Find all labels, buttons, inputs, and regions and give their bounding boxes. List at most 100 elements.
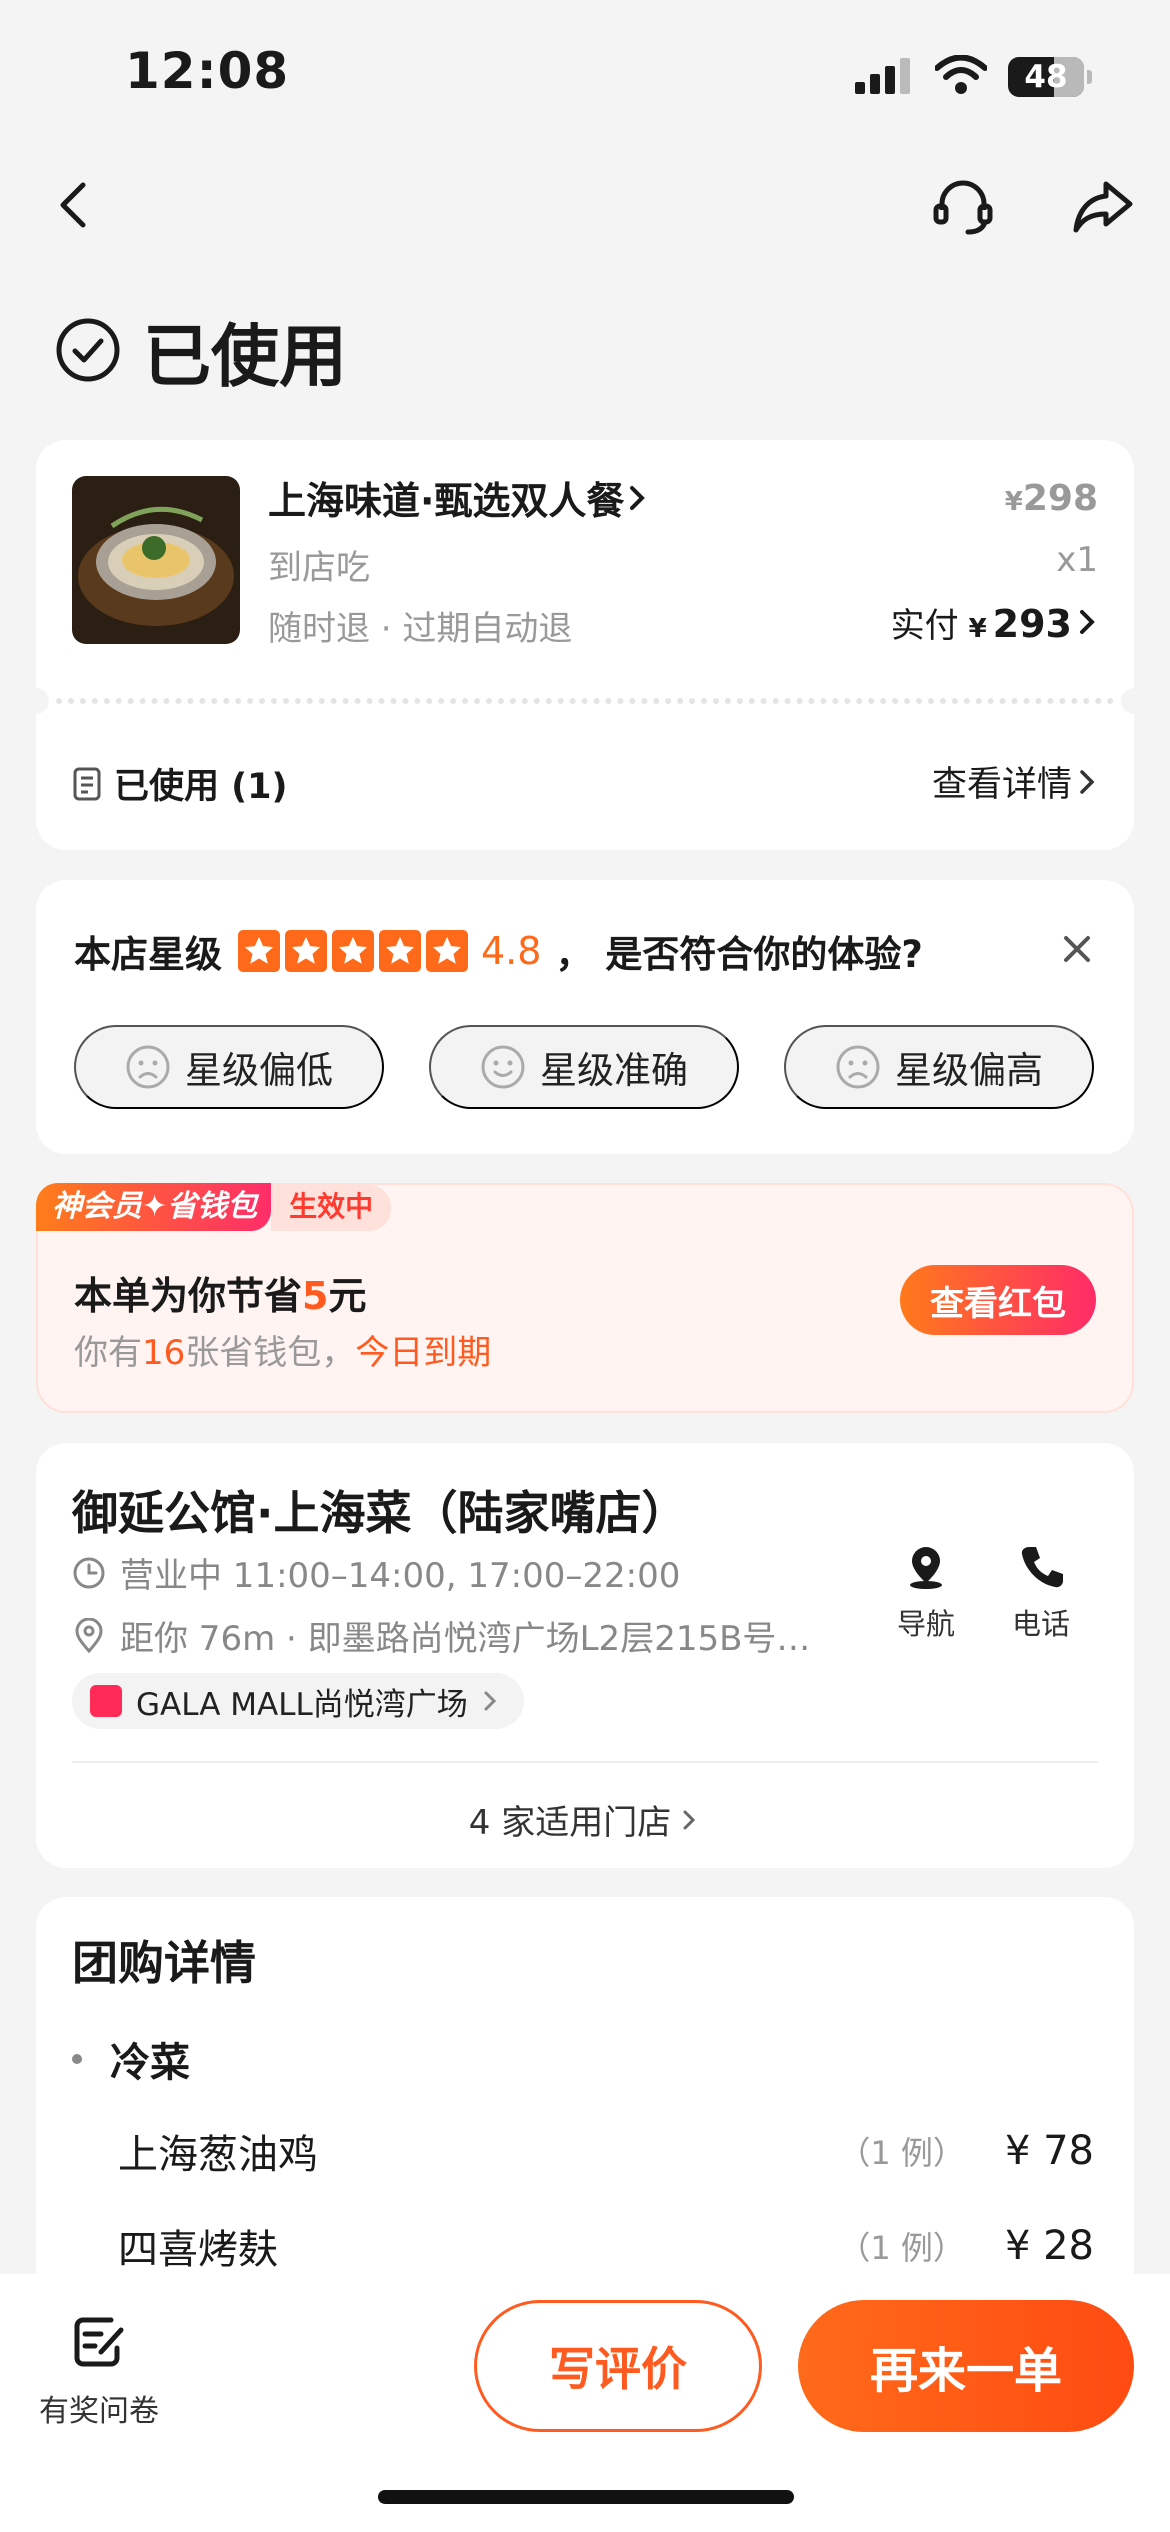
rating-too-high-button[interactable]: 星级偏高 xyxy=(784,1025,1094,1109)
chevron-right-icon xyxy=(630,485,646,510)
star-icon xyxy=(426,930,468,972)
chevron-right-icon xyxy=(1080,769,1095,794)
menu-item: 四喜烤麸 （1 例） ¥ 28 xyxy=(118,2217,1094,2275)
home-indicator[interactable] xyxy=(378,2490,794,2504)
order-detail-page: 12:08 48 已使用 上海味道·甄选双人餐 到店吃 随时退 · 过期自动退 … xyxy=(0,0,1170,2532)
price-currency: ¥ xyxy=(1004,487,1023,517)
document-icon xyxy=(73,767,101,800)
savings-title-prefix: 本单为你节省 xyxy=(74,1274,303,1318)
paid-label: 实付 xyxy=(890,606,959,646)
used-count-label: 已使用 (1) xyxy=(114,767,288,807)
order-status-heading: 已使用 xyxy=(55,305,347,397)
ticket-divider xyxy=(56,698,1114,704)
product-image[interactable] xyxy=(72,476,240,644)
phone-icon xyxy=(1021,1547,1063,1588)
wallet-info: 你有16张省钱包，今日到期 xyxy=(74,1325,491,1374)
menu-item-name: 四喜烤麸 xyxy=(118,2227,278,2273)
star-icon xyxy=(379,930,421,972)
refund-policy: 随时退 · 过期自动退 xyxy=(268,609,573,649)
chevron-right-icon xyxy=(1080,610,1095,634)
write-review-button[interactable]: 写评价 xyxy=(474,2300,762,2432)
menu-item: 上海葱油鸡 （1 例） ¥ 78 xyxy=(118,2122,1094,2180)
wallet-expire: 今日到期 xyxy=(355,1333,492,1373)
category-name: 冷菜 xyxy=(110,2040,190,2086)
navigation-icon xyxy=(910,1547,942,1589)
battery-tip xyxy=(1087,70,1092,84)
store-name[interactable]: 御延公馆·上海菜（陆家嘴店） xyxy=(72,1477,687,1543)
chevron-right-icon xyxy=(484,1691,496,1711)
back-icon[interactable] xyxy=(45,175,105,235)
chevron-right-icon xyxy=(683,1810,696,1829)
view-details-link[interactable]: 查看详情 xyxy=(932,756,1098,807)
clock-icon xyxy=(73,1557,105,1588)
rating-feedback-options: 星级偏低 星级准确 星级偏高 xyxy=(74,1025,1139,1109)
close-icon[interactable] xyxy=(1060,932,1094,966)
member-badge-title: 神会员✦省钱包 xyxy=(36,1183,272,1231)
mall-name: GALA MALL尚悦湾广场 xyxy=(136,1686,468,1723)
view-details-label: 查看详情 xyxy=(931,765,1072,805)
view-red-packet-button[interactable]: 查看红包 xyxy=(900,1265,1096,1335)
price-value: 298 xyxy=(1022,478,1098,519)
applicable-stores-label: 4 家适用门店 xyxy=(468,1803,672,1843)
battery-icon: 48 xyxy=(1008,57,1084,97)
frown-face-icon xyxy=(836,1045,880,1089)
rating-too-low-button[interactable]: 星级偏低 xyxy=(74,1025,384,1109)
rating-accurate-button[interactable]: 星级准确 xyxy=(429,1025,739,1109)
share-icon[interactable] xyxy=(1068,172,1138,242)
paid-amount-link[interactable]: 实付 ¥ 293 xyxy=(891,598,1098,647)
wallet-mid: 张省钱包， xyxy=(185,1333,356,1373)
paid-amount: 293 xyxy=(992,602,1072,646)
deal-details-title: 团购详情 xyxy=(72,1936,256,1990)
frown-face-icon xyxy=(126,1045,170,1089)
member-badge-status: 生效中 xyxy=(271,1185,392,1231)
check-circle-icon xyxy=(56,318,120,382)
navigate-button[interactable]: 导航 xyxy=(881,1543,971,1643)
rating-score: 4.8 xyxy=(481,929,542,973)
rating-prefix: 本店星级 xyxy=(74,933,222,976)
order-status-text: 已使用 xyxy=(143,317,348,397)
menu-item-price: ¥ 78 xyxy=(1004,2128,1094,2174)
chip-label: 星级准确 xyxy=(540,1050,688,1091)
star-icon xyxy=(238,930,280,972)
applicable-stores-link[interactable]: 4 家适用门店 xyxy=(36,1795,1134,1844)
store-hours-text: 营业中 11:00–14:00, 17:00–22:00 xyxy=(120,1556,681,1596)
store-address[interactable]: 距你 76m · 即墨路尚悦湾广场L2层215B号… xyxy=(72,1611,892,1660)
store-hours: 营业中 11:00–14:00, 17:00–22:00 xyxy=(72,1548,680,1597)
location-pin-icon xyxy=(75,1617,103,1653)
navigate-label: 导航 xyxy=(896,1607,955,1641)
wifi-icon xyxy=(935,55,987,94)
star-icon xyxy=(332,930,374,972)
store-address-text: 距你 76m · 即墨路尚悦湾广场L2层215B号… xyxy=(120,1619,811,1659)
quantity: x1 xyxy=(1056,540,1098,580)
product-name-link[interactable]: 上海味道·甄选双人餐 xyxy=(268,470,650,525)
store-card: 御延公馆·上海菜（陆家嘴店） 营业中 11:00–14:00, 17:00–22… xyxy=(36,1443,1134,1868)
menu-item-qty: （1 例） xyxy=(838,2229,965,2267)
store-rating-card: 本店星级 4.8 ， 是否符合你的体验? 星级偏低 星级准确 星级偏高 xyxy=(36,880,1134,1154)
menu-item-price: ¥ 28 xyxy=(1004,2223,1094,2269)
survey-label: 有奖问卷 xyxy=(39,2394,159,2429)
menu-item-qty: （1 例） xyxy=(838,2134,965,2172)
saved-amount: 5 xyxy=(302,1274,329,1318)
customer-service-icon[interactable] xyxy=(928,172,998,242)
member-badge: 神会员✦省钱包 生效中 xyxy=(36,1183,392,1231)
chip-label: 星级偏低 xyxy=(185,1050,333,1091)
ticket-notch-right xyxy=(1121,688,1147,714)
clock: 12:08 xyxy=(125,42,290,100)
divider xyxy=(72,1761,1098,1763)
status-bar: 12:08 48 xyxy=(0,0,1170,150)
member-savings-card: 神会员✦省钱包 生效中 本单为你节省5元 你有16张省钱包，今日到期 查看红包 xyxy=(36,1183,1134,1413)
smile-face-icon xyxy=(481,1045,525,1089)
battery-level: 48 xyxy=(1024,59,1068,95)
product-card: 上海味道·甄选双人餐 到店吃 随时退 · 过期自动退 ¥298 x1 实付 ¥ … xyxy=(23,440,1147,850)
call-button[interactable]: 电话 xyxy=(996,1543,1086,1643)
survey-edit-icon xyxy=(74,2317,124,2367)
call-label: 电话 xyxy=(1011,1607,1070,1641)
star-rating xyxy=(238,930,473,972)
menu-category: 冷菜 xyxy=(72,2030,190,2088)
reorder-button[interactable]: 再来一单 xyxy=(798,2300,1134,2432)
used-coupons: 已使用 (1) xyxy=(72,758,288,809)
menu-item-name: 上海葱油鸡 xyxy=(118,2132,318,2178)
star-icon xyxy=(285,930,327,972)
survey-button[interactable]: 有奖问卷 xyxy=(34,2314,164,2430)
mall-tag[interactable]: GALA MALL尚悦湾广场 xyxy=(72,1673,524,1729)
